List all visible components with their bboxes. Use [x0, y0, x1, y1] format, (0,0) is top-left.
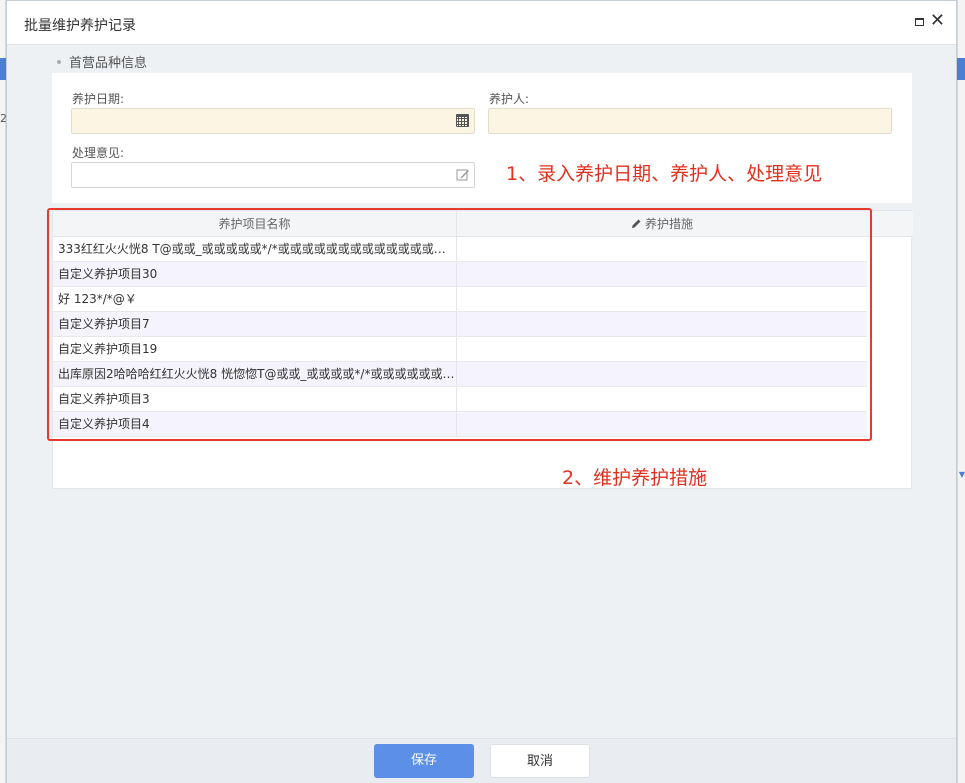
table-row[interactable]: 自定义养护项目30: [53, 262, 867, 287]
grid-header: 养护项目名称 养护措施: [53, 211, 913, 237]
measure-cell[interactable]: [457, 237, 867, 261]
dialog-footer: 保存 取消: [7, 738, 956, 783]
item-name-cell: 出库原因2哈哈哈红红火火恍8 恍惚惚T@或或_或或或或*/*或或或或或或或或或或…: [53, 362, 457, 386]
measure-cell[interactable]: [457, 387, 867, 411]
dialog-titlebar: 批量维护养护记录 ✕: [7, 1, 956, 45]
section-title: 首营品种信息: [57, 52, 147, 71]
column-header-measure[interactable]: 养护措施: [457, 211, 867, 237]
annotation-step1: 1、录入养护日期、养护人、处理意见: [506, 163, 823, 185]
bullet-dot-icon: [57, 59, 61, 64]
measure-cell[interactable]: [457, 287, 867, 311]
measure-cell[interactable]: [457, 262, 867, 286]
item-name-cell: 自定义养护项目19: [53, 337, 457, 361]
dialog-title: 批量维护养护记录: [24, 18, 136, 34]
person-label: 养护人:: [489, 92, 530, 106]
column-header-measure-label: 养护措施: [644, 217, 693, 231]
background-app-right-edge: ▼: [957, 0, 965, 783]
calendar-icon[interactable]: [456, 114, 469, 127]
table-row[interactable]: 自定义养护项目7: [53, 312, 867, 337]
section-title-text: 首营品种信息: [69, 56, 148, 71]
measure-cell[interactable]: [457, 412, 867, 436]
date-field[interactable]: [71, 108, 475, 134]
opinion-field[interactable]: [71, 162, 475, 188]
background-nav-highlight-right: [957, 58, 965, 80]
measure-cell[interactable]: [457, 312, 867, 336]
cancel-button[interactable]: 取消: [490, 744, 590, 778]
item-name-cell: 自定义养护项目3: [53, 387, 457, 411]
table-row[interactable]: 好 123*/*@￥: [53, 287, 867, 312]
item-name-cell: 333红红火火恍8 T@或或_或或或或或*/*或或或或或或或或或或或或或或或或或…: [53, 237, 457, 261]
item-name-cell: 自定义养护项目30: [53, 262, 457, 286]
double-arrow-icon[interactable]: ▼: [959, 470, 965, 479]
item-name-cell: 好 123*/*@￥: [53, 287, 457, 311]
maximize-icon[interactable]: [915, 18, 924, 26]
column-header-item-name[interactable]: 养护项目名称: [53, 211, 457, 237]
table-row[interactable]: 自定义养护项目19: [53, 337, 867, 362]
table-row[interactable]: 333红红火火恍8 T@或或_或或或或或*/*或或或或或或或或或或或或或或或或或…: [53, 237, 867, 262]
pencil-icon: [631, 219, 641, 228]
table-row[interactable]: 自定义养护项目4: [53, 412, 867, 437]
batch-maintenance-dialog: 批量维护养护记录 ✕ 首营品种信息 养护日期: 养护人: 处理意见: 1、录入养…: [6, 0, 957, 783]
item-name-cell: 自定义养护项目4: [53, 412, 457, 436]
measure-cell[interactable]: [457, 337, 867, 361]
item-name-cell: 自定义养护项目7: [53, 312, 457, 336]
edit-icon[interactable]: [456, 168, 470, 182]
annotation-step2: 2、维护养护措施: [562, 467, 708, 489]
close-icon[interactable]: ✕: [930, 12, 945, 30]
maintenance-items-grid: 养护项目名称 养护措施 333红红火火恍8 T@或或_或或或或或*/*或或或或或…: [52, 210, 913, 489]
table-row[interactable]: 自定义养护项目3: [53, 387, 867, 412]
save-button[interactable]: 保存: [374, 744, 474, 778]
person-field[interactable]: [488, 108, 892, 134]
date-label: 养护日期:: [72, 92, 125, 106]
measure-cell[interactable]: [457, 362, 867, 386]
opinion-label: 处理意见:: [72, 146, 125, 160]
grid-body: 333红红火火恍8 T@或或_或或或或或*/*或或或或或或或或或或或或或或或或或…: [53, 237, 867, 437]
table-row[interactable]: 出库原因2哈哈哈红红火火恍8 恍惚惚T@或或_或或或或*/*或或或或或或或或或或…: [53, 362, 867, 387]
